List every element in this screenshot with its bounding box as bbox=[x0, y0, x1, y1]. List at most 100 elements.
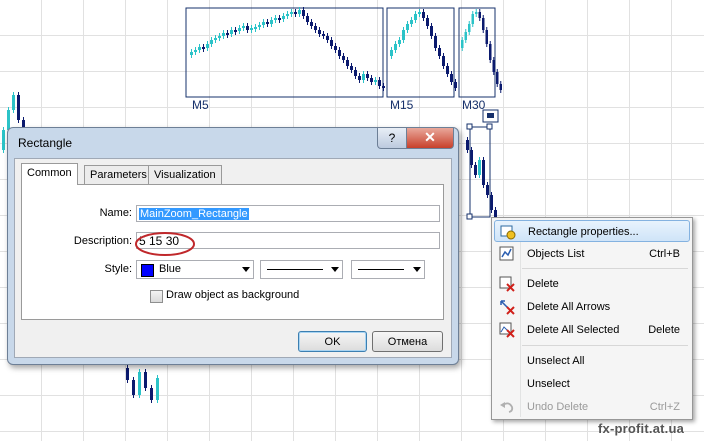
candle-body bbox=[489, 44, 492, 60]
tab-visualization[interactable]: Visualization bbox=[148, 165, 222, 184]
rectangle-properties-dialog: Rectangle ? ✕ Common Parameters Visualiz… bbox=[7, 127, 459, 365]
candle-body bbox=[254, 27, 257, 29]
candle-body bbox=[294, 12, 297, 14]
candle-body bbox=[230, 30, 233, 34]
delete-arrows-icon bbox=[500, 300, 515, 315]
candle-body bbox=[466, 140, 469, 150]
candle-body bbox=[418, 12, 421, 14]
candle-body bbox=[286, 14, 289, 16]
common-tab-panel: Name: MainZoom_Rectangle Description: 5 … bbox=[21, 184, 444, 320]
candle-body bbox=[485, 30, 488, 44]
rect-handle[interactable] bbox=[486, 123, 493, 130]
menu-item-objects-list[interactable]: Objects List Ctrl+B bbox=[494, 243, 690, 265]
chevron-down-icon bbox=[331, 267, 339, 272]
menu-item-delete-all-arrows[interactable]: Delete All Arrows bbox=[494, 296, 690, 318]
context-menu: Rectangle properties... Objects List Ctr… bbox=[491, 217, 693, 420]
candle-body bbox=[410, 20, 413, 24]
candle-body bbox=[242, 26, 245, 28]
candle-body bbox=[471, 14, 474, 24]
candle-body bbox=[414, 14, 417, 20]
tab-parameters[interactable]: Parameters bbox=[84, 165, 153, 184]
chevron-down-icon bbox=[242, 267, 250, 272]
line-width-select[interactable] bbox=[351, 260, 425, 279]
candle-body bbox=[486, 185, 489, 195]
candle-body bbox=[214, 38, 217, 40]
candle-body bbox=[278, 18, 281, 20]
candle-body bbox=[266, 22, 269, 24]
description-label: Description: bbox=[73, 235, 132, 247]
candle-body bbox=[450, 74, 453, 82]
tab-common[interactable]: Common bbox=[21, 163, 78, 185]
candle-body bbox=[394, 44, 397, 50]
candle-body bbox=[194, 50, 197, 52]
candle-body bbox=[370, 78, 373, 82]
menu-item-unselect-all[interactable]: Unselect All bbox=[494, 350, 690, 372]
candle-body bbox=[464, 32, 467, 40]
candle-body bbox=[282, 16, 285, 19]
candle-body bbox=[482, 18, 485, 30]
menu-item-label: Delete All Selected bbox=[527, 324, 620, 336]
cancel-button[interactable]: Отмена bbox=[372, 331, 443, 352]
zoom-frame-m15 bbox=[386, 7, 455, 98]
candle-body bbox=[306, 16, 309, 22]
menu-item-delete[interactable]: Delete bbox=[494, 273, 690, 295]
undo-icon bbox=[500, 402, 514, 413]
candle-body bbox=[442, 56, 445, 66]
menu-item-delete-all-selected[interactable]: Delete All Selected Delete bbox=[494, 319, 690, 341]
menu-item-rectangle-properties[interactable]: Rectangle properties... bbox=[494, 220, 690, 242]
name-field[interactable]: MainZoom_Rectangle bbox=[136, 205, 440, 222]
delete-icon bbox=[499, 276, 515, 292]
candle-body bbox=[274, 18, 277, 20]
close-button[interactable]: ✕ bbox=[406, 128, 454, 149]
zoom-label-m30: M30 bbox=[462, 98, 486, 112]
ok-button[interactable]: OK bbox=[298, 331, 367, 352]
menu-item-label: Delete All Arrows bbox=[527, 301, 611, 313]
candle-body bbox=[374, 80, 377, 82]
line-width-preview bbox=[358, 269, 404, 270]
candle-body bbox=[210, 40, 213, 44]
candle-body bbox=[326, 36, 329, 40]
delete-selected-icon bbox=[499, 322, 515, 338]
candle-body bbox=[150, 388, 153, 400]
style-color-select[interactable]: Blue bbox=[136, 260, 254, 279]
help-button[interactable]: ? bbox=[377, 128, 407, 149]
m5-candles bbox=[190, 7, 385, 91]
annotation-ellipse bbox=[135, 232, 195, 256]
menu-item-shortcut: Ctrl+Z bbox=[649, 401, 680, 413]
candle-body bbox=[422, 12, 425, 18]
watermark-text: fx-profit.at.ua bbox=[598, 421, 685, 436]
m15-candles bbox=[390, 9, 457, 91]
name-value: MainZoom_Rectangle bbox=[139, 208, 249, 220]
color-name: Blue bbox=[159, 263, 182, 275]
candle-body bbox=[478, 160, 481, 175]
candle-body bbox=[17, 95, 20, 120]
menu-item-label: Unselect bbox=[527, 378, 570, 390]
rect-handle[interactable] bbox=[466, 213, 473, 220]
candle-body bbox=[461, 40, 464, 48]
style-label: Style: bbox=[104, 263, 132, 275]
candle-body bbox=[198, 47, 201, 50]
candle-body bbox=[222, 33, 225, 36]
name-label: Name: bbox=[99, 207, 132, 219]
candle-body bbox=[402, 30, 405, 40]
candle-body bbox=[390, 50, 393, 56]
candle-body bbox=[314, 26, 317, 30]
candle-body bbox=[298, 10, 301, 14]
menu-item-label: Delete bbox=[527, 278, 559, 290]
candle-body bbox=[12, 95, 15, 110]
candle-body bbox=[250, 28, 253, 30]
main-chart-candles-bottom bbox=[126, 365, 159, 403]
background-checkbox[interactable] bbox=[150, 290, 163, 303]
menu-item-undo-delete[interactable]: Undo Delete Ctrl+Z bbox=[494, 396, 690, 418]
menu-item-label: Rectangle properties... bbox=[528, 226, 639, 238]
candle-body bbox=[322, 34, 325, 36]
candle-body bbox=[310, 22, 313, 26]
menu-item-shortcut: Ctrl+B bbox=[649, 248, 680, 260]
menu-item-label: Unselect All bbox=[527, 355, 585, 367]
rect-handle[interactable] bbox=[466, 123, 473, 130]
candle-body bbox=[482, 160, 485, 185]
zoom-label-m5: M5 bbox=[192, 98, 209, 112]
line-style-select[interactable] bbox=[260, 260, 343, 279]
candle-body bbox=[346, 60, 349, 66]
menu-item-unselect[interactable]: Unselect bbox=[494, 373, 690, 395]
